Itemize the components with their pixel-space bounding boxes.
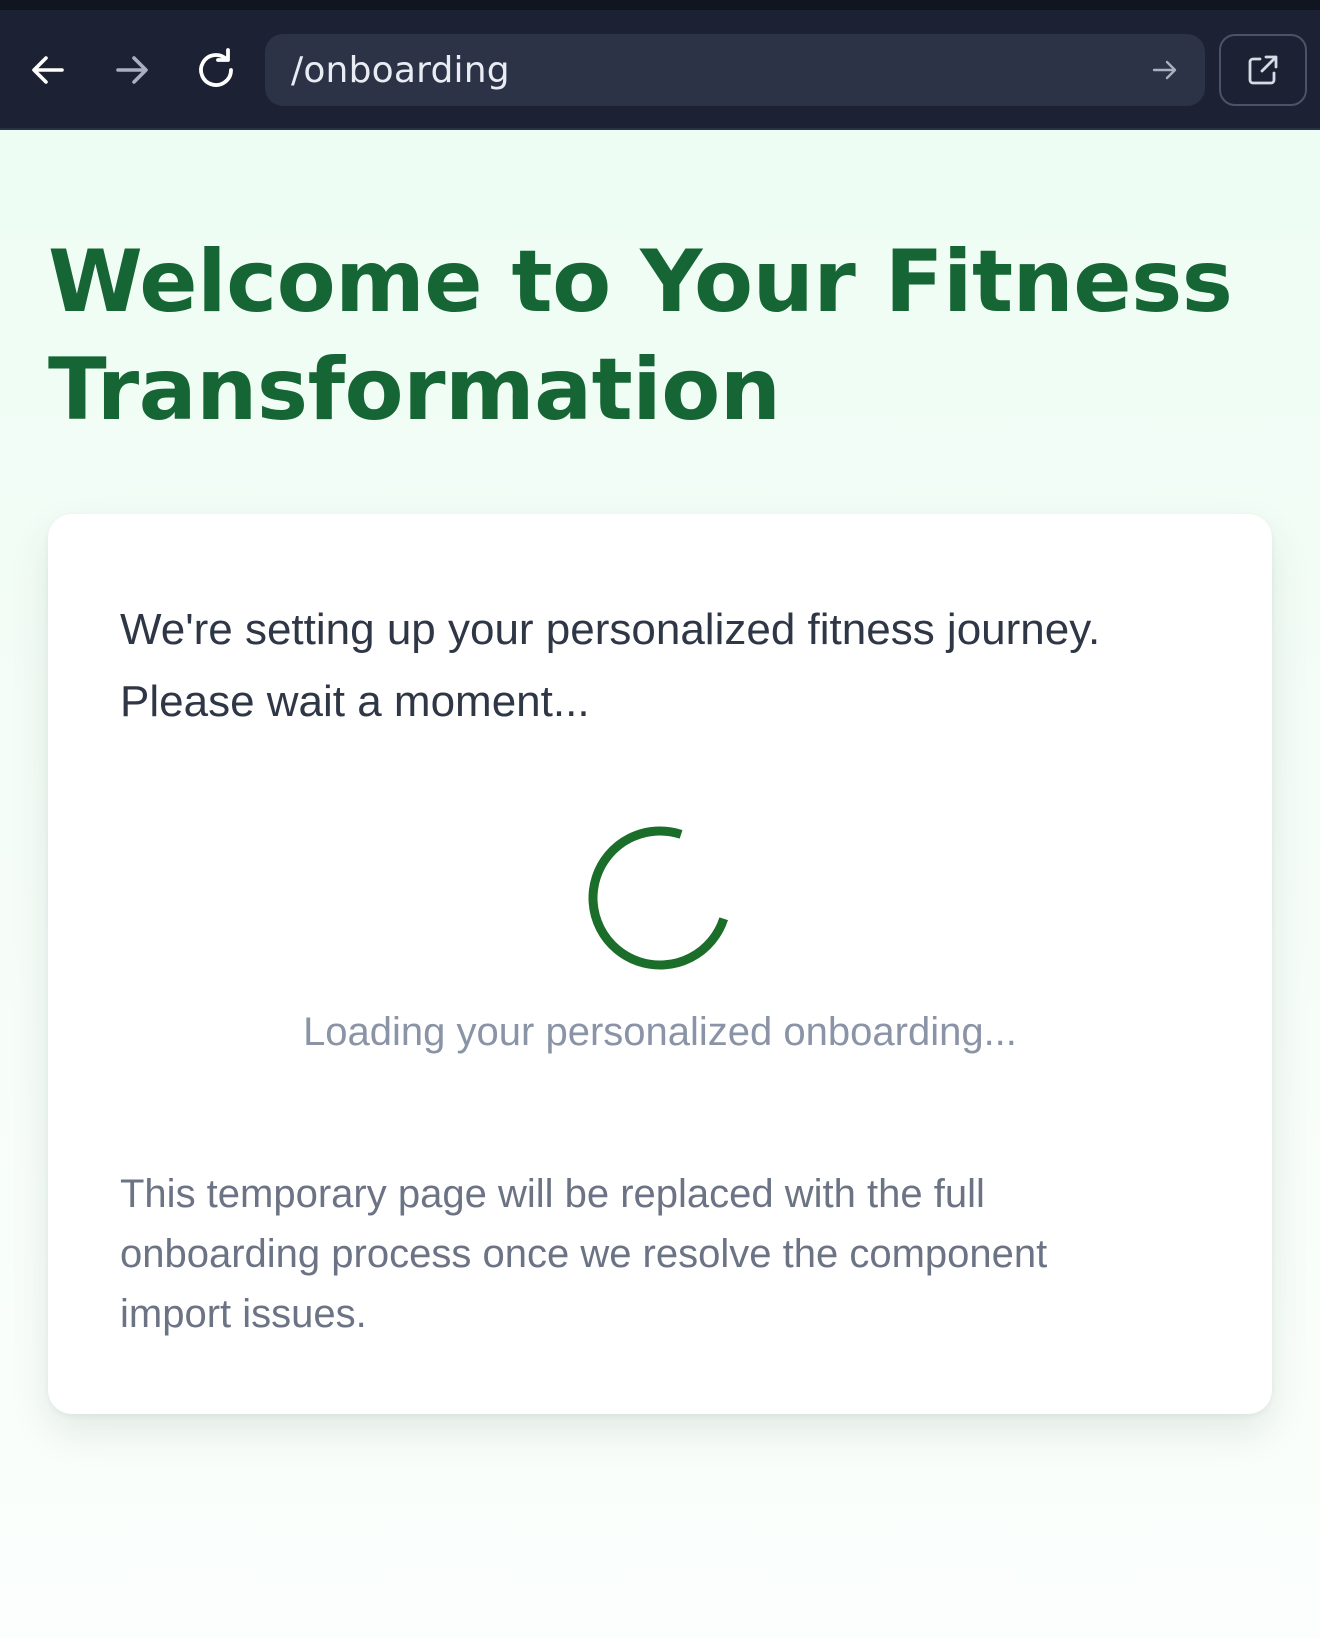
arrow-right-icon	[1152, 60, 1177, 80]
open-external-button[interactable]	[1219, 34, 1307, 106]
address-bar[interactable]: /onboarding	[265, 34, 1205, 106]
browser-toolbar: /onboarding	[0, 0, 1320, 130]
loading-status-text: Loading your personalized onboarding...	[303, 1010, 1017, 1054]
intro-text: We're setting up your personalized fitne…	[120, 605, 1101, 726]
reload-icon	[199, 48, 233, 87]
loading-spinner-icon	[588, 826, 732, 970]
back-button[interactable]	[16, 38, 80, 102]
url-text: /onboarding	[291, 49, 510, 91]
go-button[interactable]	[1145, 50, 1185, 90]
forward-button[interactable]	[100, 38, 164, 102]
page-title: Welcome to Your Fitness Transformation	[48, 232, 1233, 440]
arrow-left-icon	[32, 56, 64, 84]
external-link-icon	[1248, 55, 1278, 85]
arrow-right-icon	[116, 56, 148, 84]
temporary-page-note: This temporary page will be replaced wit…	[120, 1172, 1048, 1336]
onboarding-card: We're setting up your personalized fitne…	[48, 514, 1272, 1414]
reload-button[interactable]	[184, 38, 248, 102]
